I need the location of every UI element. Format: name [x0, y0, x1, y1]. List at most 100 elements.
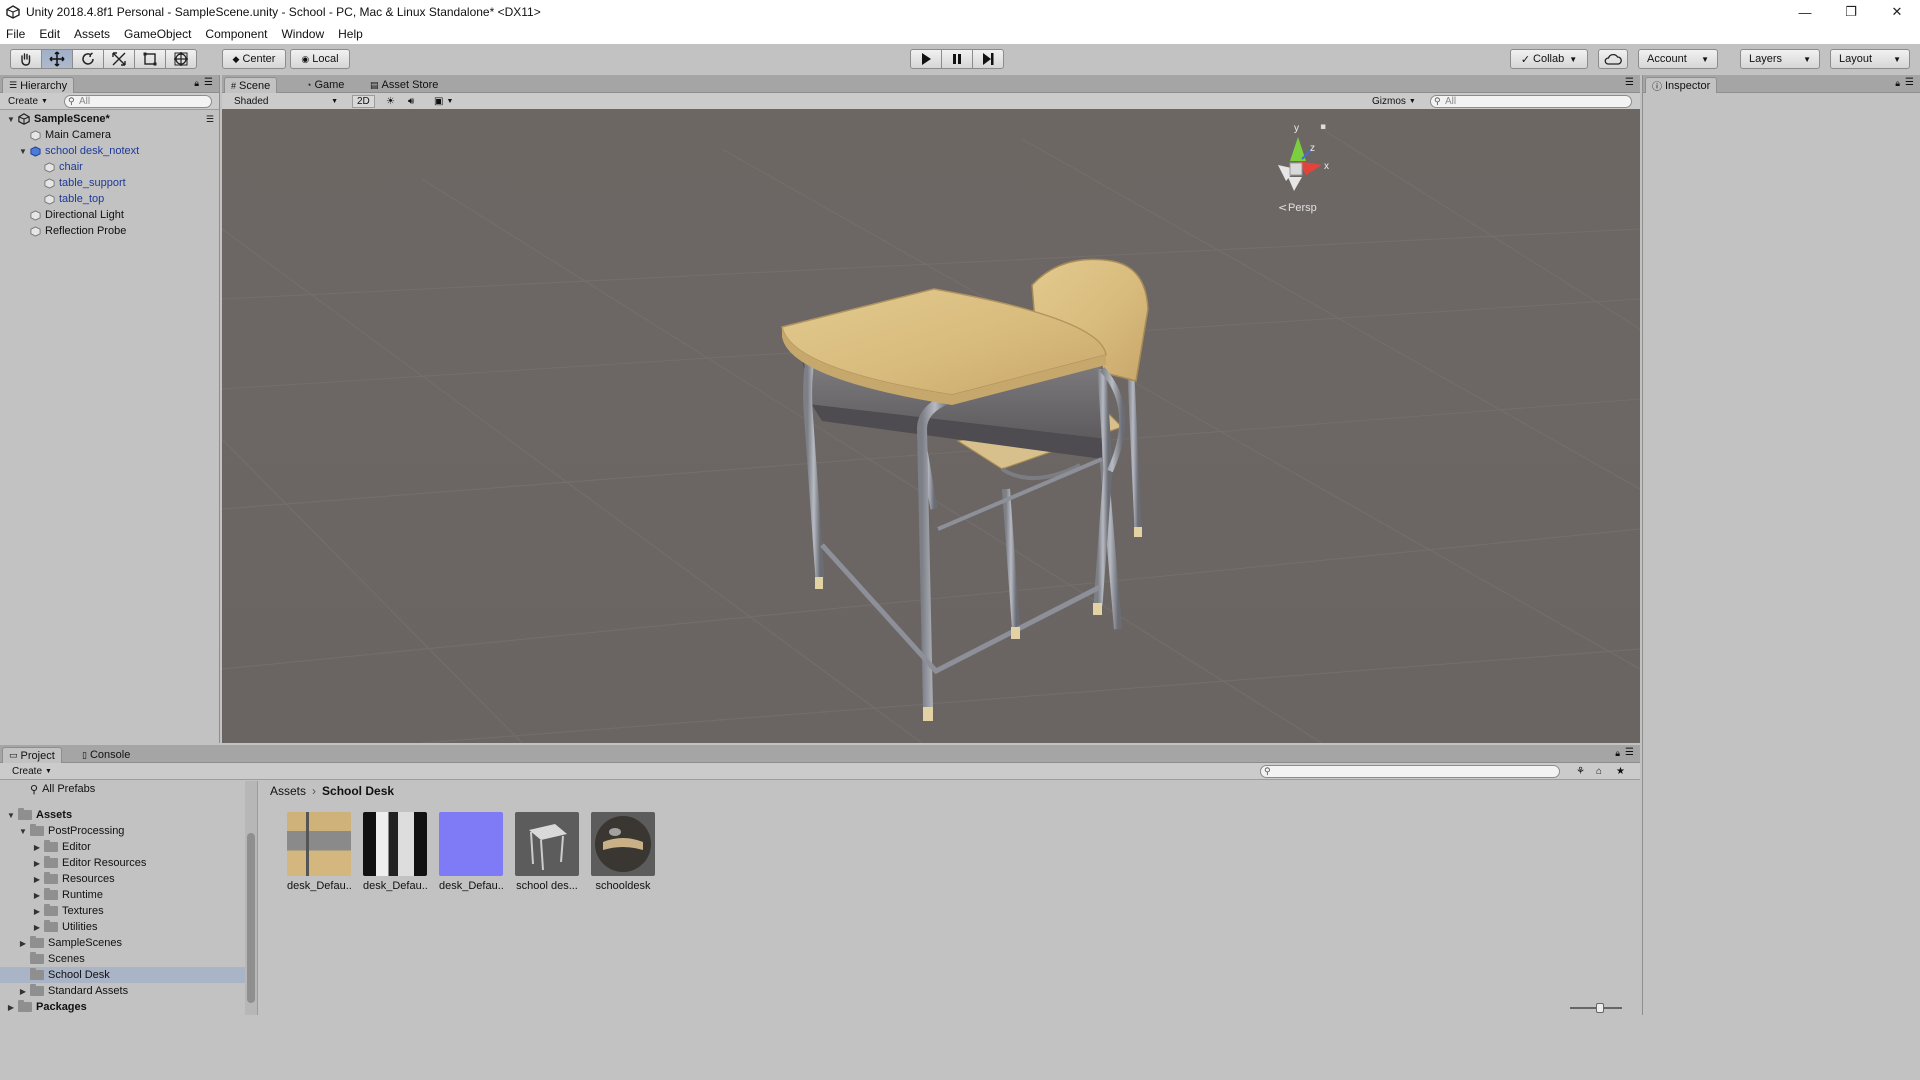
- rotate-tool-button[interactable]: [72, 49, 104, 69]
- asset-model-school-desk[interactable]: ▶ school des...: [515, 812, 579, 892]
- panel-menu-icon[interactable]: ☰: [204, 77, 213, 88]
- layers-dropdown[interactable]: Layers ▼: [1740, 49, 1820, 69]
- shading-mode-dropdown[interactable]: Shaded ▼: [230, 95, 342, 108]
- breadcrumb-school-desk[interactable]: School Desk: [322, 784, 394, 798]
- hierarchy-item-table-top[interactable]: table_top: [44, 191, 104, 207]
- menu-gameobject[interactable]: GameObject: [124, 27, 191, 41]
- local-space-icon: ◉: [301, 53, 310, 64]
- menu-window[interactable]: Window: [281, 27, 324, 41]
- gizmos-label: Gizmos: [1372, 96, 1406, 107]
- pivot-local-toggle[interactable]: ◉ Local: [290, 49, 350, 69]
- create-dropdown[interactable]: Create ▼: [4, 95, 52, 108]
- layers-label: Layers: [1749, 53, 1783, 65]
- scale-tool-button[interactable]: [103, 49, 135, 69]
- tree-item-editor-resources[interactable]: ▶ Editor Resources: [32, 855, 146, 871]
- cloud-button[interactable]: [1598, 49, 1628, 69]
- menu-file[interactable]: File: [6, 27, 25, 41]
- scene-search-input[interactable]: ⚲ All: [1430, 95, 1632, 108]
- tree-scroll-thumb[interactable]: [247, 833, 255, 1003]
- asset-texture-metallic[interactable]: desk_Defau...: [363, 812, 427, 892]
- scene-root-row[interactable]: ▼ SampleScene* ☰: [6, 111, 216, 127]
- hierarchy-item-reflection-probe[interactable]: Reflection Probe: [30, 223, 126, 239]
- asset-texture-albedo[interactable]: desk_Defau...: [287, 812, 351, 892]
- tab-scene[interactable]: # Scene: [224, 77, 278, 93]
- asset-texture-normal[interactable]: desk_Defau...: [439, 812, 503, 892]
- tree-item-runtime[interactable]: ▶ Runtime: [32, 887, 103, 903]
- hand-tool-button[interactable]: [10, 49, 42, 69]
- filter-by-type-button[interactable]: ⚘: [1572, 765, 1589, 778]
- lighting-toggle[interactable]: ☀: [382, 95, 399, 108]
- tree-item-samplescenes[interactable]: ▶ SampleScenes: [18, 935, 122, 951]
- asset-material-schooldesk[interactable]: schooldesk: [591, 812, 655, 892]
- tab-game[interactable]: ◔ Game: [300, 77, 350, 93]
- hierarchy-item-table-support[interactable]: table_support: [44, 175, 126, 191]
- tab-hierarchy[interactable]: ☰ Hierarchy: [2, 77, 75, 93]
- effects-dropdown[interactable]: ▣ ▼: [430, 95, 457, 108]
- tree-item-packages[interactable]: ▶ Packages: [6, 999, 87, 1015]
- hierarchy-search-input[interactable]: ⚲ All: [64, 95, 212, 108]
- scene-viewport[interactable]: y z x ▪ Persp <: [222, 109, 1640, 743]
- tab-asset-store[interactable]: ▤ Asset Store: [364, 77, 444, 93]
- step-button[interactable]: [972, 49, 1004, 69]
- rect-tool-button[interactable]: [134, 49, 166, 69]
- menu-component[interactable]: Component: [205, 27, 267, 41]
- tree-item-scenes[interactable]: Scenes: [30, 951, 85, 967]
- thumbnail-size-slider[interactable]: [1570, 1003, 1622, 1013]
- combined-transform-icon: [174, 52, 188, 66]
- inspector-panel: ⓘ Inspector 🔒︎ ☰: [1642, 75, 1920, 1015]
- pause-button[interactable]: [941, 49, 973, 69]
- slider-thumb[interactable]: [1596, 1003, 1604, 1013]
- hierarchy-item-main-camera[interactable]: Main Camera: [30, 127, 111, 143]
- title-bar: Unity 2018.4.8f1 Personal - SampleScene.…: [0, 0, 1920, 24]
- scene-menu-icon[interactable]: ☰: [206, 114, 214, 125]
- play-button[interactable]: [910, 49, 942, 69]
- panel-menu-icon[interactable]: ☰: [1905, 77, 1914, 88]
- projection-label[interactable]: Persp: [1288, 202, 1317, 214]
- tab-project[interactable]: ▭ Project: [2, 747, 62, 763]
- hierarchy-item-school-desk[interactable]: ▼ school desk_notext: [18, 143, 139, 159]
- collab-dropdown[interactable]: ✓ Collab ▼: [1510, 49, 1588, 69]
- lock-icon[interactable]: 🔒︎: [1895, 78, 1900, 89]
- hierarchy-item-chair[interactable]: chair: [44, 159, 83, 175]
- project-create-dropdown[interactable]: Create ▼: [8, 765, 56, 778]
- layout-dropdown[interactable]: Layout ▼: [1830, 49, 1910, 69]
- lock-icon[interactable]: 🔒︎: [1615, 748, 1620, 759]
- panel-menu-icon[interactable]: ☰: [1625, 77, 1634, 88]
- breadcrumb-assets[interactable]: Assets: [270, 784, 306, 798]
- tree-scrollbar[interactable]: [245, 781, 257, 1015]
- panel-menu-icon[interactable]: ☰: [1625, 747, 1634, 758]
- tree-item-textures[interactable]: ▶ Textures: [32, 903, 104, 919]
- close-button[interactable]: ✕: [1874, 0, 1920, 24]
- minimize-button[interactable]: —: [1782, 0, 1828, 24]
- tree-item-editor[interactable]: ▶ Editor: [32, 839, 91, 855]
- maximize-button[interactable]: ❐: [1828, 0, 1874, 24]
- transform-tool-button[interactable]: [165, 49, 197, 69]
- move-tool-button[interactable]: [41, 49, 73, 69]
- hierarchy-item-label: chair: [59, 161, 83, 173]
- menu-help[interactable]: Help: [338, 27, 363, 41]
- tree-item-resources[interactable]: ▶ Resources: [32, 871, 115, 887]
- 2d-mode-toggle[interactable]: 2D: [352, 95, 375, 108]
- tab-console[interactable]: ▯ Console: [76, 747, 136, 763]
- tree-item-label: Editor Resources: [62, 857, 147, 869]
- audio-toggle[interactable]: 🔊︎: [404, 95, 418, 108]
- gizmo-lock-icon[interactable]: ▪: [1320, 122, 1326, 132]
- menu-assets[interactable]: Assets: [74, 27, 110, 41]
- project-search-input[interactable]: ⚲: [1260, 765, 1560, 778]
- account-dropdown[interactable]: Account ▼: [1638, 49, 1718, 69]
- favorites-button[interactable]: ★: [1612, 765, 1629, 778]
- gizmos-dropdown[interactable]: Gizmos ▼: [1368, 95, 1420, 108]
- filter-by-label-button[interactable]: ⌂: [1592, 765, 1606, 778]
- tree-item-postprocessing[interactable]: ▼ PostProcessing: [18, 823, 124, 839]
- tab-inspector[interactable]: ⓘ Inspector: [1645, 77, 1718, 93]
- tree-item-school-desk[interactable]: School Desk: [0, 967, 256, 983]
- tree-item-standard-assets[interactable]: ▶ Standard Assets: [18, 983, 128, 999]
- lock-icon[interactable]: 🔒︎: [194, 78, 199, 89]
- chevron-down-icon: ▼: [1408, 98, 1416, 105]
- tree-item-all-prefabs[interactable]: ⚲ All Prefabs: [30, 781, 95, 797]
- pivot-center-toggle[interactable]: ◆ Center: [222, 49, 286, 69]
- menu-edit[interactable]: Edit: [39, 27, 60, 41]
- tree-item-assets[interactable]: ▼ Assets: [6, 807, 72, 823]
- hierarchy-item-directional-light[interactable]: Directional Light: [30, 207, 124, 223]
- tree-item-utilities[interactable]: ▶ Utilities: [32, 919, 97, 935]
